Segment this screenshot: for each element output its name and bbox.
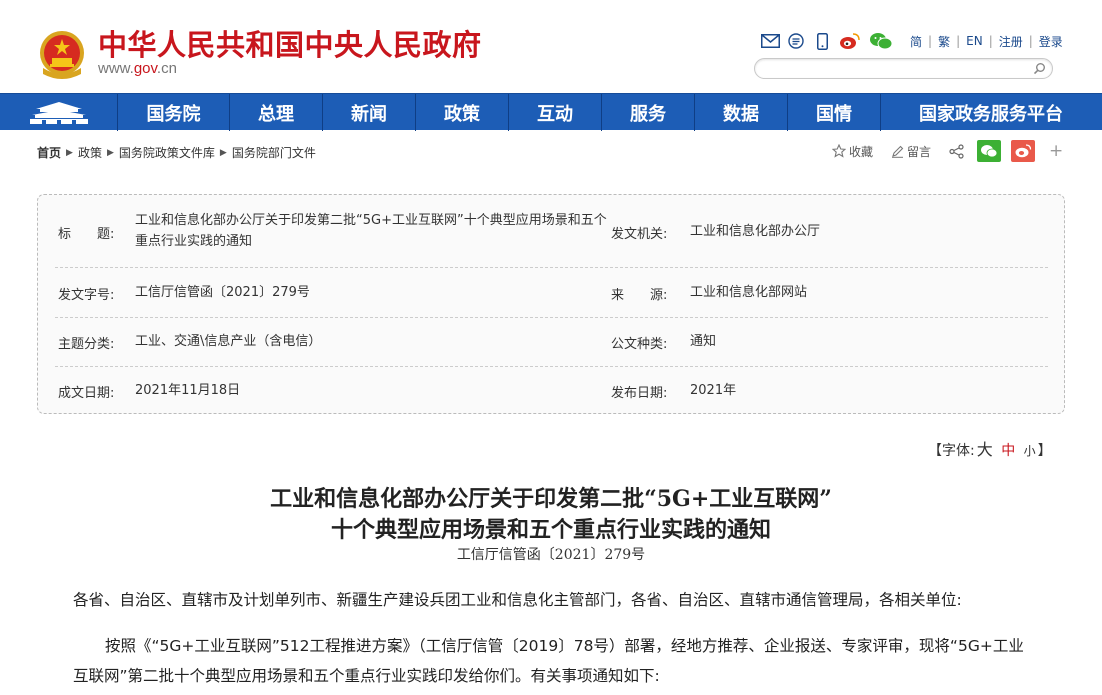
- info-row-topic: 主题分类: 工业、交通\信息产业（含电信） 公文种类: 通知: [55, 318, 1048, 367]
- font-size-large-button[interactable]: 大: [977, 440, 993, 459]
- wechat-icon[interactable]: [868, 32, 894, 50]
- link-english[interactable]: EN: [960, 34, 989, 48]
- breadcrumb-policy-library[interactable]: 国务院政策文件库: [119, 144, 215, 161]
- written-date-label: 成文日期:: [58, 386, 115, 401]
- breadcrumb-policy[interactable]: 政策: [78, 144, 102, 161]
- document-info-table: 标 题: 工业和信息化部办公厅关于印发第二批“5G+工业互联网”十个典型应用场景…: [37, 194, 1065, 414]
- search-icon[interactable]: [1033, 62, 1046, 75]
- source-value: 工业和信息化部网站: [690, 285, 808, 300]
- search-box: [754, 58, 1053, 79]
- pen-icon: [892, 145, 904, 158]
- mail-icon[interactable]: [760, 32, 780, 50]
- topic-label: 主题分类:: [58, 337, 115, 352]
- nav-home-tiananmen-icon[interactable]: [0, 94, 118, 131]
- nav-item-premier[interactable]: 总理: [230, 94, 323, 131]
- font-size-medium-button[interactable]: 中: [1001, 443, 1015, 459]
- breadcrumb-arrow-icon: ▶: [219, 147, 227, 158]
- share-icon: [949, 143, 964, 159]
- nav-item-news[interactable]: 新闻: [323, 94, 416, 131]
- article-salutation: 各省、自治区、直辖市及计划单列市、新疆生产建设兵团工业和信息化主管部门，各省、自…: [73, 591, 962, 609]
- breadcrumb-arrow-icon: ▶: [66, 147, 73, 158]
- doctype-label: 公文种类:: [611, 337, 668, 352]
- site-header: 中华人民共和国中央人民政府 www.gov.cn 简 | 繁 | EN | 注册 | 登…: [0, 0, 1102, 93]
- nav-item-national-info[interactable]: 国情: [788, 94, 881, 131]
- breadcrumb-department-docs[interactable]: 国务院部门文件: [232, 144, 316, 161]
- weibo-share-icon[interactable]: [1011, 140, 1036, 162]
- published-date-label: 发布日期:: [611, 386, 668, 401]
- breadcrumb-arrow-icon: ▶: [106, 147, 114, 158]
- main-nav: 国务院 总理 新闻 政策 互动 服务 数据 国情 国家政务服务平台: [0, 93, 1102, 131]
- font-size-small-button[interactable]: 小: [1024, 444, 1036, 458]
- top-tools: 简 | 繁 | EN | 注册 | 登录: [760, 31, 1069, 51]
- national-emblem-icon[interactable]: [37, 28, 87, 80]
- source-label: 来 源:: [611, 288, 668, 303]
- site-url-prefix: www.: [98, 60, 134, 77]
- nav-item-state-council[interactable]: 国务院: [118, 94, 230, 131]
- article-title-line-1: 工业和信息化部办公厅关于印发第二批“5G+工业互联网”: [270, 486, 832, 512]
- comment-label: 留言: [907, 144, 932, 159]
- breadcrumb: 首页 ▶ 政策 ▶ 国务院政策文件库 ▶ 国务院部门文件: [37, 144, 316, 161]
- link-traditional[interactable]: 繁: [932, 33, 956, 50]
- article-doc-number: 工信厅信管函〔2021〕279号: [456, 547, 646, 563]
- rss-icon[interactable]: [786, 32, 806, 50]
- star-icon: [832, 144, 846, 158]
- article-title-line-2: 十个典型应用场景和五个重点行业实践的通知: [330, 517, 771, 543]
- breadcrumb-home[interactable]: 首页: [37, 144, 61, 161]
- nav-item-service-platform[interactable]: 国家政务服务平台: [881, 94, 1101, 131]
- docno-label: 发文字号:: [58, 288, 115, 303]
- site-url-suffix: .cn: [156, 60, 177, 77]
- search-input[interactable]: [765, 61, 1025, 76]
- article-paragraph-1-line-2: 互联网”第二批十个典型应用场景和五个重点行业实践印发给你们。有关事项通知如下:: [73, 667, 660, 685]
- written-date-value: 2021年11月18日: [135, 383, 241, 398]
- link-register[interactable]: 注册: [993, 33, 1029, 50]
- share-bar: 收藏 留言 +: [832, 140, 1063, 162]
- link-simplified[interactable]: 简: [904, 33, 928, 50]
- wechat-share-icon[interactable]: [977, 140, 1002, 162]
- issuer-label: 发文机关:: [611, 227, 668, 242]
- more-share-icon[interactable]: +: [1049, 141, 1063, 161]
- issuer-value: 工业和信息化部办公厅: [690, 224, 821, 239]
- published-date-value: 2021年: [690, 383, 737, 398]
- font-size-suffix: 】: [1037, 443, 1052, 459]
- title-value: 工业和信息化部办公厅关于印发第二批“5G+工业互联网”十个典型应用场景和五个重点…: [135, 213, 607, 249]
- info-row-docno: 发文字号: 工信厅信管函〔2021〕279号 来 源: 工业和信息化部网站: [55, 268, 1048, 318]
- top-links: 简 | 繁 | EN | 注册 | 登录: [904, 33, 1069, 50]
- nav-item-data[interactable]: 数据: [695, 94, 788, 131]
- nav-item-interaction[interactable]: 互动: [509, 94, 602, 131]
- comment-button[interactable]: 留言: [891, 143, 931, 160]
- title-label: 标 题:: [58, 227, 115, 242]
- info-row-title: 标 题: 工业和信息化部办公厅关于印发第二批“5G+工业互联网”十个典型应用场景…: [55, 195, 1048, 268]
- site-title[interactable]: 中华人民共和国中央人民政府: [98, 22, 482, 64]
- docno-value: 工信厅信管函〔2021〕279号: [135, 285, 310, 300]
- weibo-icon[interactable]: [838, 32, 862, 50]
- favorite-label: 收藏: [849, 144, 874, 159]
- font-size-prefix: 【字体:: [928, 443, 975, 459]
- article-paragraph-1-line-1: 按照《“5G+工业互联网”512工程推进方案》（工信厅信管〔2019〕78号）部…: [105, 637, 1024, 655]
- nav-item-policy[interactable]: 政策: [416, 94, 509, 131]
- nav-item-services[interactable]: 服务: [602, 94, 695, 131]
- site-url[interactable]: www.gov.cn: [98, 60, 177, 77]
- mobile-icon[interactable]: [812, 32, 832, 50]
- favorite-button[interactable]: 收藏: [832, 143, 873, 160]
- share-button[interactable]: [949, 143, 967, 159]
- font-size-control: 【字体: 大 中 小】: [928, 436, 1052, 460]
- topic-value: 工业、交通\信息产业（含电信）: [135, 334, 322, 349]
- site-url-brand: gov: [133, 60, 157, 77]
- info-row-dates: 成文日期: 2021年11月18日 发布日期: 2021年: [55, 367, 1048, 413]
- doctype-value: 通知: [690, 334, 717, 349]
- link-login[interactable]: 登录: [1033, 33, 1069, 50]
